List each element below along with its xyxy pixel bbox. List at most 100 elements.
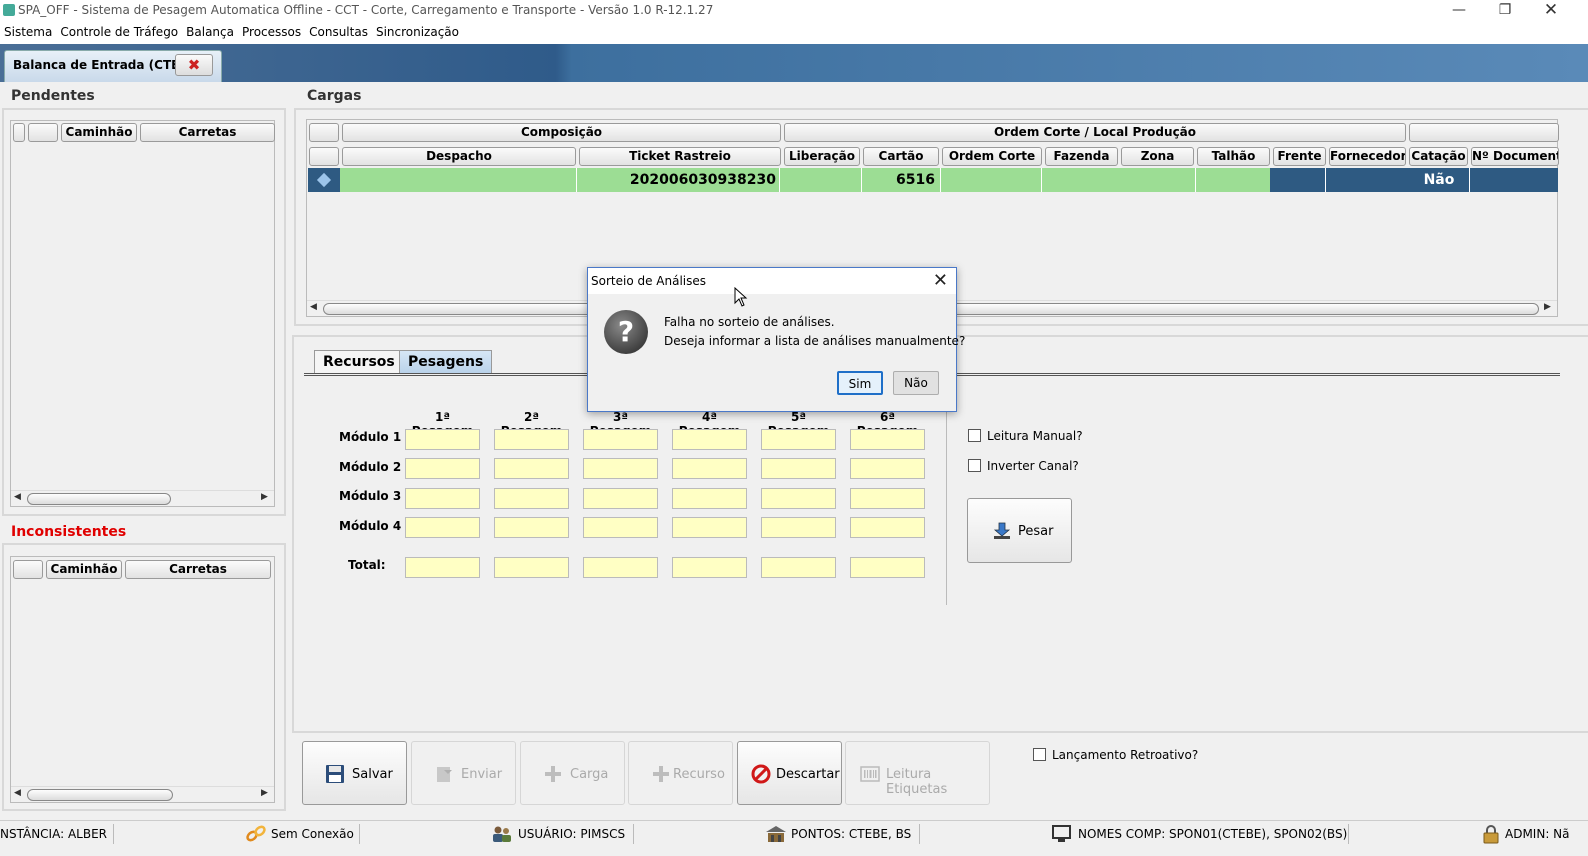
leitura-manual-checkbox[interactable] <box>968 429 981 442</box>
modulo-4-pesagem-5-input[interactable] <box>761 517 836 538</box>
modulo-4-pesagem-2-input[interactable] <box>494 517 569 538</box>
modulo-3-pesagem-4-input[interactable] <box>672 488 747 509</box>
scroll-right-icon[interactable]: ▶ <box>1544 302 1551 312</box>
send-document-icon <box>437 767 452 782</box>
modulo-4-pesagem-4-input[interactable] <box>672 517 747 538</box>
modulo-1-pesagem-3-input[interactable] <box>583 429 658 450</box>
modulo-3-pesagem-3-input[interactable] <box>583 488 658 509</box>
total-pesagem-1-input[interactable] <box>405 557 480 578</box>
modulo-2-pesagem-2-input[interactable] <box>494 458 569 479</box>
carga-button[interactable]: Carga <box>520 741 625 805</box>
total-pesagem-5-input[interactable] <box>761 557 836 578</box>
pendentes-col-1[interactable] <box>28 123 58 142</box>
cargas-col-talhao[interactable]: Talhão <box>1197 147 1270 166</box>
modulo-1-pesagem-1-input[interactable] <box>405 429 480 450</box>
dialog-close-icon[interactable]: ✕ <box>933 270 948 291</box>
menu-processos[interactable]: Processos <box>238 22 305 39</box>
pendentes-col-0[interactable] <box>13 123 25 142</box>
cargas-col-ordem-corte[interactable]: Ordem Corte <box>942 147 1042 166</box>
menu-balanca[interactable]: Balança <box>182 22 238 39</box>
row-indicator[interactable] <box>308 168 340 192</box>
recurso-button[interactable]: Recurso <box>628 741 733 805</box>
cargas-col-frente[interactable]: Frente <box>1273 147 1326 166</box>
cargas-group-blank-2[interactable] <box>1409 123 1559 142</box>
cargas-group-blank[interactable] <box>309 123 339 142</box>
inconsistentes-table[interactable]: Caminhão Carretas ◀ ▶ <box>10 556 275 803</box>
diamond-icon <box>316 172 332 188</box>
scroll-right-icon[interactable]: ▶ <box>261 492 268 502</box>
descartar-button[interactable]: Descartar <box>737 741 842 805</box>
pendentes-col-carretas[interactable]: Carretas <box>140 123 275 142</box>
modulo-1-pesagem-4-input[interactable] <box>672 429 747 450</box>
modulo-4-pesagem-1-input[interactable] <box>405 517 480 538</box>
close-tab-icon[interactable]: ✖ <box>175 54 213 76</box>
inconsistentes-col-0[interactable] <box>13 560 43 579</box>
cargas-group-ordem-corte[interactable]: Ordem Corte / Local Produção <box>784 123 1406 142</box>
modulo-3-pesagem-2-input[interactable] <box>494 488 569 509</box>
pendentes-title: Pendentes <box>11 88 95 104</box>
menu-sincronizacao[interactable]: Sincronização <box>372 22 463 39</box>
pendentes-hscrollbar[interactable]: ◀ ▶ <box>11 490 274 506</box>
inverter-canal-checkbox[interactable] <box>968 459 981 472</box>
building-icon <box>766 826 786 842</box>
tab-pesagens[interactable]: Pesagens <box>399 350 493 374</box>
modulo-1-pesagem-2-input[interactable] <box>494 429 569 450</box>
menu-consultas[interactable]: Consultas <box>305 22 372 39</box>
pendentes-table[interactable]: Caminhão Carretas ◀ ▶ <box>10 120 275 507</box>
sim-button[interactable]: Sim <box>837 371 883 395</box>
cargas-col-fazenda[interactable]: Fazenda <box>1045 147 1118 166</box>
salvar-button[interactable]: Salvar <box>302 741 407 805</box>
document-tab-strip <box>0 44 1588 82</box>
cargas-col-fornecedor[interactable]: Fornecedor <box>1329 147 1406 166</box>
menu-sistema[interactable]: Sistema <box>0 22 56 39</box>
modulo-2-pesagem-4-input[interactable] <box>672 458 747 479</box>
total-pesagem-4-input[interactable] <box>672 557 747 578</box>
lancamento-retroativo-checkbox[interactable] <box>1033 748 1046 761</box>
cargas-col-n-documento[interactable]: Nº Documento <box>1471 147 1559 166</box>
scroll-right-icon[interactable]: ▶ <box>261 788 268 798</box>
total-pesagem-3-input[interactable] <box>583 557 658 578</box>
carga-label: Carga <box>570 767 609 782</box>
modulo-4-pesagem-3-input[interactable] <box>583 517 658 538</box>
cargas-col-catacao[interactable]: Catação <box>1409 147 1468 166</box>
pendentes-col-caminhao[interactable]: Caminhão <box>61 123 137 142</box>
cargas-col-ticket-rastreio[interactable]: Ticket Rastreio <box>579 147 781 166</box>
menu-controle-trafego[interactable]: Controle de Tráfego <box>56 22 182 39</box>
modulo-3-pesagem-5-input[interactable] <box>761 488 836 509</box>
modulo-3-pesagem-1-input[interactable] <box>405 488 480 509</box>
tab-balanca-entrada[interactable]: Balanca de Entrada (CTEBE) ✖ <box>4 50 222 82</box>
nao-button[interactable]: Não <box>893 371 939 395</box>
scroll-thumb[interactable] <box>27 789 173 801</box>
minimize-icon[interactable]: — <box>1436 0 1482 22</box>
modulo-3-pesagem-6-input[interactable] <box>850 488 925 509</box>
scroll-thumb[interactable] <box>27 493 171 505</box>
tab-recursos[interactable]: Recursos <box>314 350 404 374</box>
cargas-col-cartao[interactable]: Cartão <box>863 147 939 166</box>
scroll-left-icon[interactable]: ◀ <box>310 302 317 312</box>
modulo-2-pesagem-6-input[interactable] <box>850 458 925 479</box>
inconsistentes-col-carretas[interactable]: Carretas <box>125 560 271 579</box>
cargas-group-composicao[interactable]: Composição <box>342 123 781 142</box>
scroll-left-icon[interactable]: ◀ <box>14 492 21 502</box>
cargas-col-blank[interactable] <box>309 147 339 166</box>
total-pesagem-6-input[interactable] <box>850 557 925 578</box>
enviar-button[interactable]: Enviar <box>411 741 516 805</box>
leitura-etiquetas-button[interactable]: Leitura Etiquetas <box>845 741 990 805</box>
modulo-2-pesagem-3-input[interactable] <box>583 458 658 479</box>
pesar-button[interactable]: Pesar <box>967 498 1072 563</box>
modulo-2-pesagem-1-input[interactable] <box>405 458 480 479</box>
scroll-left-icon[interactable]: ◀ <box>14 788 21 798</box>
inconsistentes-hscrollbar[interactable]: ◀ ▶ <box>11 786 274 802</box>
total-pesagem-2-input[interactable] <box>494 557 569 578</box>
cargas-col-zona[interactable]: Zona <box>1121 147 1194 166</box>
modulo-2-pesagem-5-input[interactable] <box>761 458 836 479</box>
cargas-col-liberacao[interactable]: Liberação <box>784 147 860 166</box>
cargas-col-despacho[interactable]: Despacho <box>342 147 576 166</box>
inconsistentes-col-caminhao[interactable]: Caminhão <box>46 560 122 579</box>
close-window-icon[interactable]: ✕ <box>1528 0 1574 22</box>
modulo-1-pesagem-5-input[interactable] <box>761 429 836 450</box>
modulo-4-pesagem-6-input[interactable] <box>850 517 925 538</box>
modulo-1-pesagem-6-input[interactable] <box>850 429 925 450</box>
restore-icon[interactable]: ❐ <box>1482 0 1528 22</box>
table-row[interactable]: 202006030938230 6516 Não <box>308 168 1558 192</box>
